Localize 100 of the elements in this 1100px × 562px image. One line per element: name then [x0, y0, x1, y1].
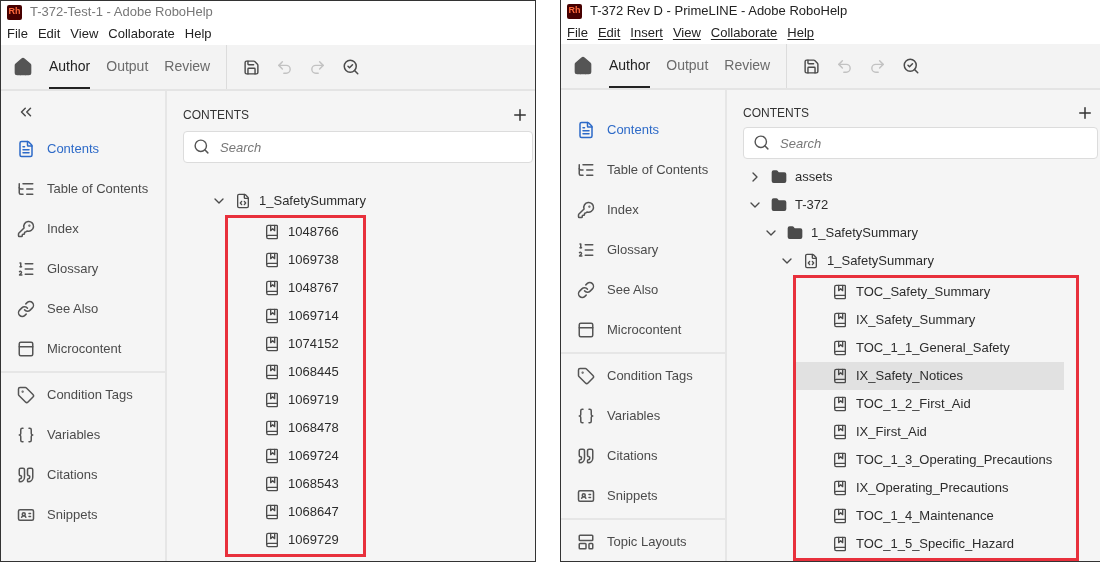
sidebar-item[interactable]: Table of Contents [1, 169, 165, 209]
menu-item[interactable]: Edit [597, 23, 621, 43]
menu-item[interactable]: View [70, 24, 99, 44]
braces-icon [577, 407, 595, 425]
book-icon [832, 480, 848, 496]
book-icon [832, 396, 848, 412]
tree-item[interactable]: 1048766 [228, 218, 351, 246]
menu-item[interactable]: File [7, 24, 28, 44]
tree-item[interactable]: 1069719 [228, 386, 351, 414]
list-tree-icon [17, 180, 35, 198]
book-icon [264, 308, 280, 324]
sidebar-item[interactable]: Glossary [1, 249, 165, 289]
book-icon [264, 448, 280, 464]
tree-item[interactable]: TOC_1_3_Operating_Precautions [796, 446, 1065, 474]
book-icon [832, 312, 848, 328]
menu-item[interactable]: Help [184, 24, 212, 44]
toolbar-tab[interactable]: Review [164, 45, 211, 89]
quote-icon [577, 447, 595, 465]
toolbar-tab[interactable]: Output [106, 45, 149, 89]
save-icon[interactable] [803, 57, 821, 75]
sidebar-item[interactable]: Microcontent [561, 310, 725, 350]
add-icon[interactable] [511, 106, 529, 124]
sidebar-item[interactable]: Citations [1, 455, 165, 495]
panel-title: CONTENTS [743, 104, 809, 122]
list-tree-icon [577, 161, 595, 179]
sidebar-item[interactable]: Condition Tags [1, 375, 165, 415]
home-icon[interactable] [573, 56, 593, 76]
tree-item[interactable]: IX_First_Aid [796, 418, 1065, 446]
sidebar-item[interactable]: Table of Contents [561, 150, 725, 190]
tree-item[interactable]: 1068543 [228, 470, 351, 498]
link-icon [577, 281, 595, 299]
tree-item[interactable]: 1068478 [228, 414, 351, 442]
search-field[interactable]: Search [183, 131, 533, 163]
menu-item[interactable]: Collaborate [710, 23, 778, 43]
search-review-icon[interactable] [902, 57, 921, 75]
sidebar-item[interactable]: Condition Tags [561, 356, 725, 396]
toolbar-tab[interactable]: Author [609, 44, 651, 88]
search-field[interactable]: Search [743, 127, 1098, 159]
book-icon [832, 536, 848, 552]
folder-icon [771, 169, 787, 185]
tree-item[interactable]: TOC_1_5_Specific_Hazard [796, 530, 1065, 558]
tree-item[interactable]: TOC_1_4_Maintenance [796, 502, 1065, 530]
tree-item[interactable]: 1_SafetySummary [763, 219, 1098, 247]
window-title: T-372-Test-1 - Adobe RoboHelp [30, 3, 213, 22]
sidebar-item[interactable]: See Also [561, 270, 725, 310]
book-icon [832, 424, 848, 440]
save-icon[interactable] [243, 58, 261, 76]
tree-item[interactable]: TOC_Safety_Summary [796, 278, 1065, 306]
panel-title: CONTENTS [183, 107, 249, 124]
menu-item[interactable]: Edit [37, 24, 61, 44]
book-icon [832, 368, 848, 384]
menu-item[interactable]: File [567, 23, 588, 43]
toolbar-tab[interactable]: Output [666, 44, 709, 88]
tree-item[interactable]: 1069738 [228, 246, 351, 274]
sidebar-item[interactable]: Variables [1, 415, 165, 455]
tree-item[interactable]: assets [747, 163, 1098, 191]
folder-icon [771, 197, 787, 213]
document-icon [577, 121, 595, 139]
ordered-list-icon [17, 260, 35, 278]
tree-item[interactable]: 1068647 [228, 498, 351, 526]
sidebar-item[interactable]: Microcontent [1, 329, 165, 369]
sidebar-item[interactable]: Snippets [561, 476, 725, 516]
tree-item[interactable]: IX_Safety_Notices [796, 362, 1065, 390]
file-icon [803, 253, 819, 269]
menu-item[interactable]: Help [787, 23, 815, 43]
tree-item[interactable]: T-372 [747, 191, 1098, 219]
menu-item[interactable]: View [672, 23, 701, 43]
toolbar-tab[interactable]: Review [724, 44, 771, 88]
document-icon [17, 140, 35, 158]
sidebar-item[interactable]: Contents [1, 129, 165, 169]
tree-item[interactable]: 1074152 [228, 330, 351, 358]
sidebar-item[interactable]: Contents [561, 110, 725, 150]
menu-item[interactable]: Collaborate [108, 24, 175, 44]
tree-item[interactable]: 1069729 [228, 526, 351, 554]
toolbar-tab[interactable]: Author [49, 45, 91, 89]
sidebar-item[interactable]: Citations [561, 436, 725, 476]
tree-item[interactable]: IX_Operating_Precautions [796, 474, 1065, 502]
tree-item[interactable]: 1069714 [228, 302, 351, 330]
sidebar-item[interactable]: Snippets [1, 495, 165, 535]
sidebar-item[interactable]: Glossary [561, 230, 725, 270]
home-icon[interactable] [13, 57, 33, 77]
sidebar-item[interactable]: Topic Layouts [561, 522, 725, 561]
sidebar-item[interactable]: Variables [561, 396, 725, 436]
tree-item[interactable]: 1_SafetySummary [779, 247, 1098, 275]
tree-item[interactable]: 1069724 [228, 442, 351, 470]
tree-item[interactable]: 1068445 [228, 358, 351, 386]
sidebar-item[interactable]: See Also [1, 289, 165, 329]
app-logo: Rh [7, 4, 22, 20]
tree-item[interactable]: 1_SafetySummary [211, 187, 533, 215]
quote-icon [17, 466, 35, 484]
tree-item[interactable]: TOC_1_2_First_Aid [796, 390, 1065, 418]
tree-item[interactable]: IX_Safety_Summary [796, 306, 1065, 334]
search-icon [193, 138, 210, 155]
book-icon [264, 252, 280, 268]
menu-item[interactable]: Insert [630, 23, 663, 43]
tree-item[interactable]: TOC_1_1_General_Safety [796, 334, 1065, 362]
sidebar-item[interactable]: Index [561, 190, 725, 230]
sidebar-item[interactable]: Index [1, 209, 165, 249]
search-review-icon[interactable] [342, 58, 361, 76]
tree-item[interactable]: 1048767 [228, 274, 351, 302]
